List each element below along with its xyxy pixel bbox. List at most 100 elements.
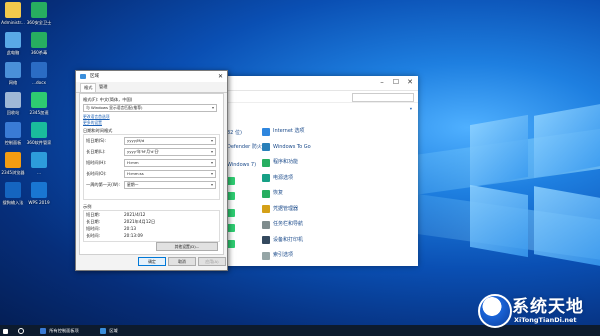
desktop-icon[interactable]: 360安全卫士 bbox=[22, 2, 56, 25]
app-icon bbox=[31, 62, 47, 78]
taskbar-item-region[interactable]: 区域 bbox=[100, 325, 118, 336]
chevron-down-icon: ▾ bbox=[211, 105, 214, 110]
date-format-select[interactable]: yyyy'年'M'月'd'日' ▾ bbox=[124, 148, 216, 156]
control-panel-titlebar[interactable]: – ☐ ✕ bbox=[214, 76, 418, 91]
desktop-icon[interactable]: ...docx bbox=[22, 62, 56, 85]
format-select[interactable]: 与 Windows 显示语言匹配(推荐) ▾ bbox=[83, 104, 217, 112]
control-panel-item-icon bbox=[262, 174, 270, 182]
app-icon bbox=[5, 62, 21, 78]
format-label: 格式(F): 中文(简体，中国) bbox=[83, 97, 133, 102]
date-format-select[interactable]: H:mm ▾ bbox=[124, 159, 216, 167]
desktop-icon[interactable]: 360软件管家 bbox=[22, 122, 56, 145]
example-label: 短日期: bbox=[86, 212, 100, 217]
control-panel-item-icon bbox=[262, 251, 270, 260]
desktop-icon-label: 360软件管家 bbox=[26, 140, 52, 145]
minimize-icon[interactable]: – bbox=[376, 78, 388, 86]
control-panel-item[interactable]: 索引选项 bbox=[262, 250, 293, 261]
control-panel-item-label: 索引选项 bbox=[273, 252, 294, 258]
control-panel-item[interactable]: 设备和打印机 bbox=[262, 235, 303, 246]
taskbar-item-control-panel[interactable]: 所有控制面板项 bbox=[40, 325, 79, 336]
desktop-icon[interactable]: ... bbox=[22, 152, 56, 175]
example-value: 20:13:09 bbox=[124, 233, 143, 238]
control-panel-search-input[interactable] bbox=[352, 93, 414, 102]
control-panel-item[interactable]: 任务栏和导航 bbox=[262, 219, 303, 230]
app-icon bbox=[5, 182, 21, 198]
date-format-value: H:mm:ss bbox=[127, 171, 144, 176]
region-dialog-title: 区域 bbox=[90, 74, 99, 79]
date-format-label: 长时间(O): bbox=[86, 171, 107, 176]
more-settings-link[interactable]: 更多的设置 bbox=[83, 120, 102, 126]
app-icon bbox=[31, 152, 47, 168]
control-panel-item-icon bbox=[227, 208, 238, 219]
control-panel-item-label: Defender 防火 bbox=[227, 144, 262, 150]
watermark-logo-icon bbox=[478, 294, 512, 328]
app-icon bbox=[31, 32, 47, 48]
tab-formats[interactable]: 格式 bbox=[80, 83, 97, 92]
app-icon bbox=[5, 152, 21, 168]
app-icon bbox=[5, 2, 21, 18]
watermark-url: XiTongTianDi.net bbox=[514, 316, 577, 324]
region-dialog-titlebar[interactable]: 区域 ✕ bbox=[76, 71, 227, 82]
desktop-icon[interactable]: WPS 2019 bbox=[22, 182, 56, 205]
taskbar-item-label: 区域 bbox=[109, 328, 118, 333]
date-format-value: H:mm bbox=[127, 160, 139, 165]
control-panel-item-icon bbox=[262, 143, 270, 151]
close-icon[interactable]: ✕ bbox=[404, 78, 416, 86]
control-panel-item-icon bbox=[262, 220, 270, 229]
cancel-button[interactable]: 取消 bbox=[168, 257, 196, 266]
desktop-icon-label: 2345加速 bbox=[29, 110, 49, 115]
date-format-value: yyyy'年'M'月'd'日' bbox=[127, 149, 160, 154]
date-format-label: 短时间(H): bbox=[86, 160, 107, 165]
windows-logo-wallpaper bbox=[470, 104, 600, 270]
date-format-select[interactable]: yyyy/M/d ▾ bbox=[124, 137, 216, 145]
windows-start-icon bbox=[3, 328, 8, 334]
app-icon bbox=[5, 122, 21, 138]
tab-administrative[interactable]: 管理 bbox=[96, 83, 110, 91]
desktop-icon[interactable]: 360杀毒 bbox=[22, 32, 56, 55]
date-format-select[interactable]: 星期一 ▾ bbox=[124, 181, 216, 189]
example-value: 20:13 bbox=[124, 226, 137, 231]
control-panel-item[interactable]: 凭据管理器 bbox=[262, 204, 298, 215]
control-panel-address-bar bbox=[214, 91, 418, 103]
control-panel-item[interactable]: 电源选项 bbox=[262, 173, 293, 184]
app-icon bbox=[5, 92, 21, 108]
chevron-down-icon: ▾ bbox=[210, 182, 213, 187]
control-panel-item-partial[interactable]: Windows 7) bbox=[227, 160, 256, 171]
start-button[interactable] bbox=[3, 325, 10, 336]
maximize-icon[interactable]: ☐ bbox=[390, 78, 402, 86]
app-icon bbox=[31, 2, 47, 18]
taskbar-item-label: 所有控制面板项 bbox=[49, 328, 79, 333]
control-panel-item-icon bbox=[227, 239, 235, 248]
control-panel-item[interactable]: 程序和功能 bbox=[262, 157, 298, 168]
region-dialog[interactable]: 区域 ✕ 格式 管理 格式(F): 中文(简体，中国) 与 Windows 显示… bbox=[75, 70, 228, 271]
control-panel-icon bbox=[40, 328, 46, 334]
control-panel-window[interactable]: – ☐ ✕ ▾ 32 位) Defender 防火 Windows 7) Inter… bbox=[214, 76, 418, 266]
example-label: 长日期: bbox=[86, 219, 100, 224]
date-format-label: 短日期(S): bbox=[86, 138, 106, 143]
control-panel-item-icon bbox=[227, 176, 238, 187]
search-button[interactable] bbox=[18, 325, 26, 336]
apply-button[interactable]: 应用(A) bbox=[198, 257, 226, 266]
app-icon bbox=[31, 92, 47, 108]
desktop-icon[interactable]: 2345加速 bbox=[22, 92, 56, 115]
view-by-selector[interactable]: ▾ bbox=[410, 106, 412, 111]
additional-settings-button[interactable]: 其他设置(D)... bbox=[156, 242, 218, 251]
control-panel-item-icon bbox=[227, 208, 235, 217]
example-label: 长时间: bbox=[86, 233, 100, 238]
control-panel-item-icon bbox=[227, 223, 238, 234]
ok-button[interactable]: 确定 bbox=[138, 257, 166, 266]
control-panel-item[interactable]: Windows To Go bbox=[262, 142, 311, 153]
region-icon bbox=[100, 328, 106, 334]
control-panel-item-partial[interactable]: 32 位) bbox=[227, 128, 242, 139]
control-panel-item-label: 32 位) bbox=[227, 130, 242, 136]
date-format-select[interactable]: H:mm:ss ▾ bbox=[124, 170, 216, 178]
example-value: 2021年4月12日 bbox=[124, 219, 156, 224]
example-value: 2021/4/12 bbox=[124, 212, 146, 217]
control-panel-item[interactable]: 恢复 bbox=[262, 188, 283, 199]
control-panel-item[interactable]: Internet 选项 bbox=[262, 126, 304, 137]
close-icon[interactable]: ✕ bbox=[218, 71, 223, 82]
desktop-icon-label: ... bbox=[37, 170, 41, 175]
control-panel-item-label: Internet 选项 bbox=[273, 128, 305, 134]
control-panel-item-icon bbox=[262, 236, 270, 244]
control-panel-item-partial[interactable]: Defender 防火 bbox=[227, 142, 262, 153]
